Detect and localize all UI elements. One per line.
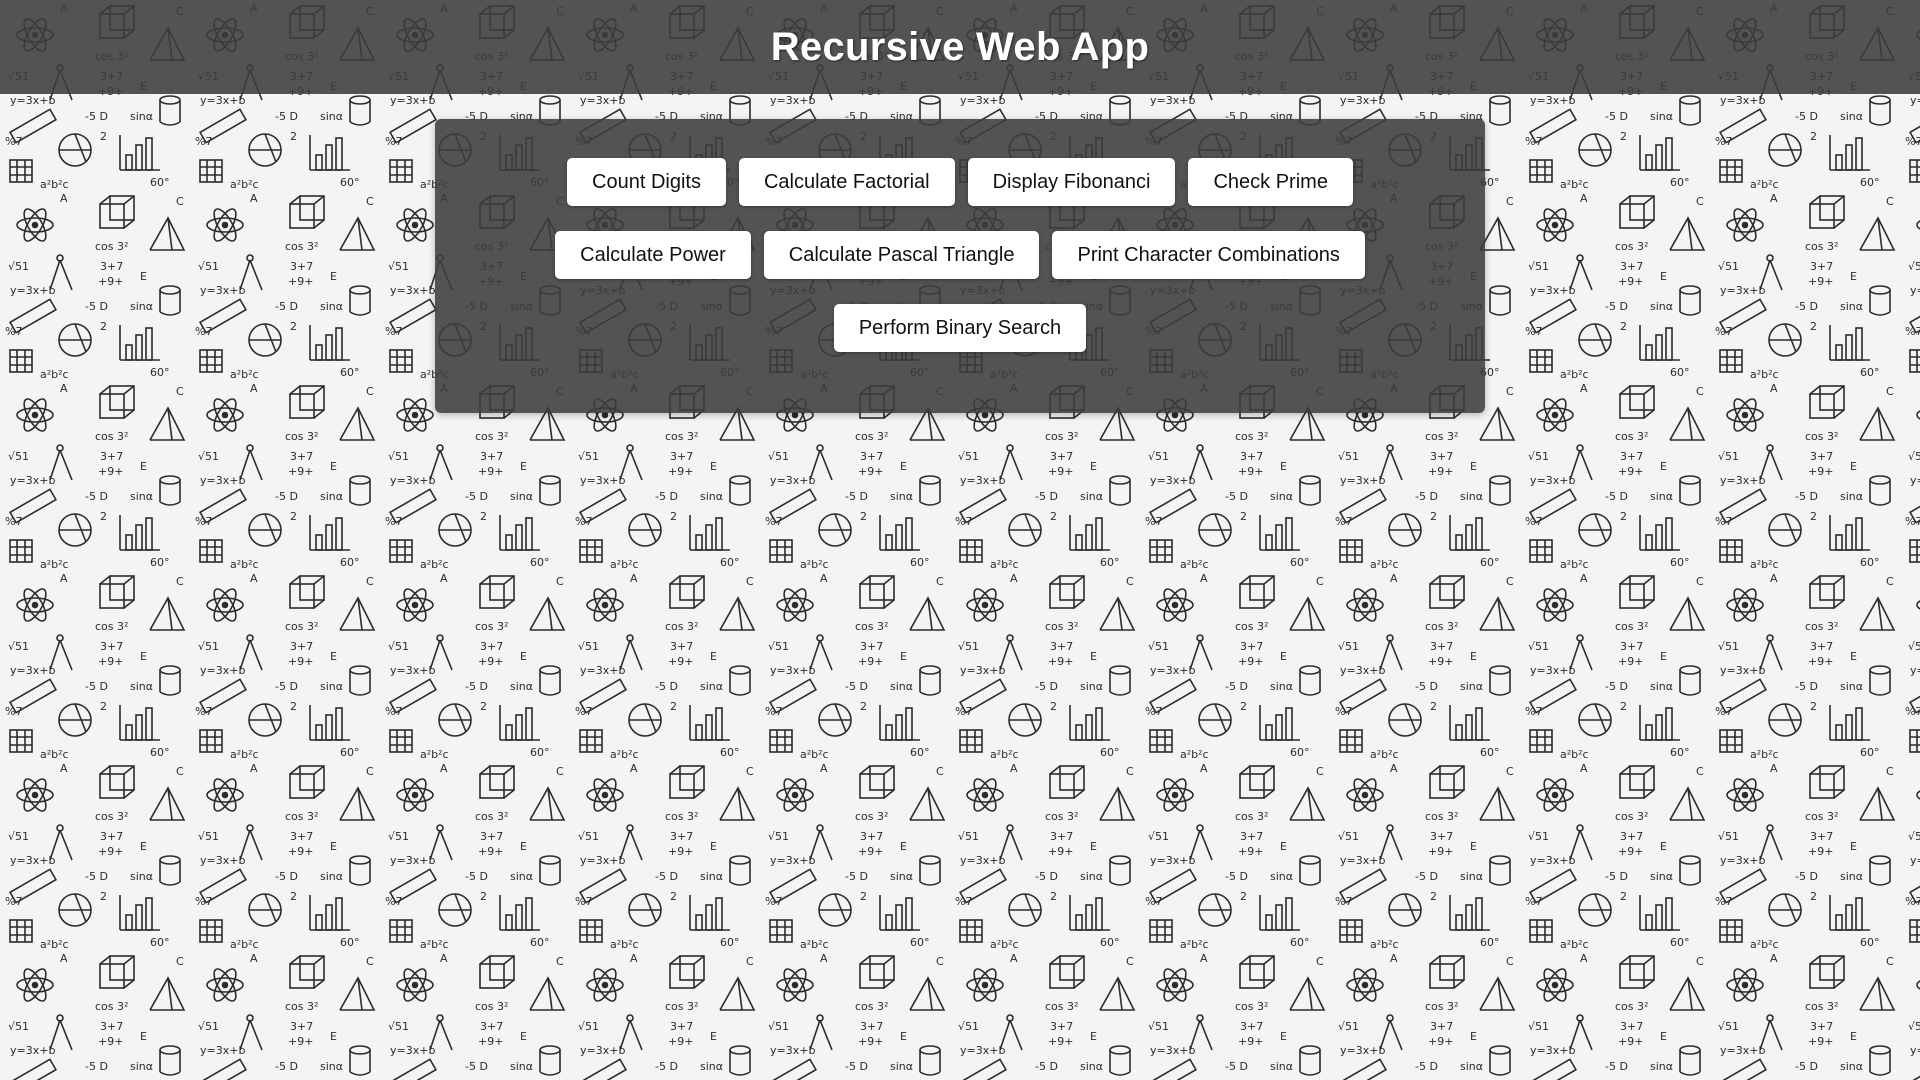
calculate-factorial-button[interactable]: Calculate Factorial bbox=[738, 158, 955, 206]
count-digits-button[interactable]: Count Digits bbox=[567, 158, 726, 206]
perform-binary-search-button[interactable]: Perform Binary Search bbox=[833, 304, 1087, 352]
check-prime-button[interactable]: Check Prime bbox=[1188, 158, 1353, 206]
button-row-3: Perform Binary Search bbox=[435, 304, 1485, 352]
button-panel: Count Digits Calculate Factorial Display… bbox=[435, 119, 1485, 413]
calculate-pascal-triangle-button[interactable]: Calculate Pascal Triangle bbox=[763, 231, 1040, 279]
button-row-2: Calculate Power Calculate Pascal Triangl… bbox=[435, 231, 1485, 279]
print-character-combinations-button[interactable]: Print Character Combinations bbox=[1052, 231, 1365, 279]
display-fibonacci-button[interactable]: Display Fibonanci bbox=[967, 158, 1176, 206]
app-header: Recursive Web App bbox=[0, 0, 1920, 94]
app-title: Recursive Web App bbox=[770, 24, 1150, 69]
calculate-power-button[interactable]: Calculate Power bbox=[555, 231, 751, 279]
button-row-1: Count Digits Calculate Factorial Display… bbox=[435, 158, 1485, 206]
